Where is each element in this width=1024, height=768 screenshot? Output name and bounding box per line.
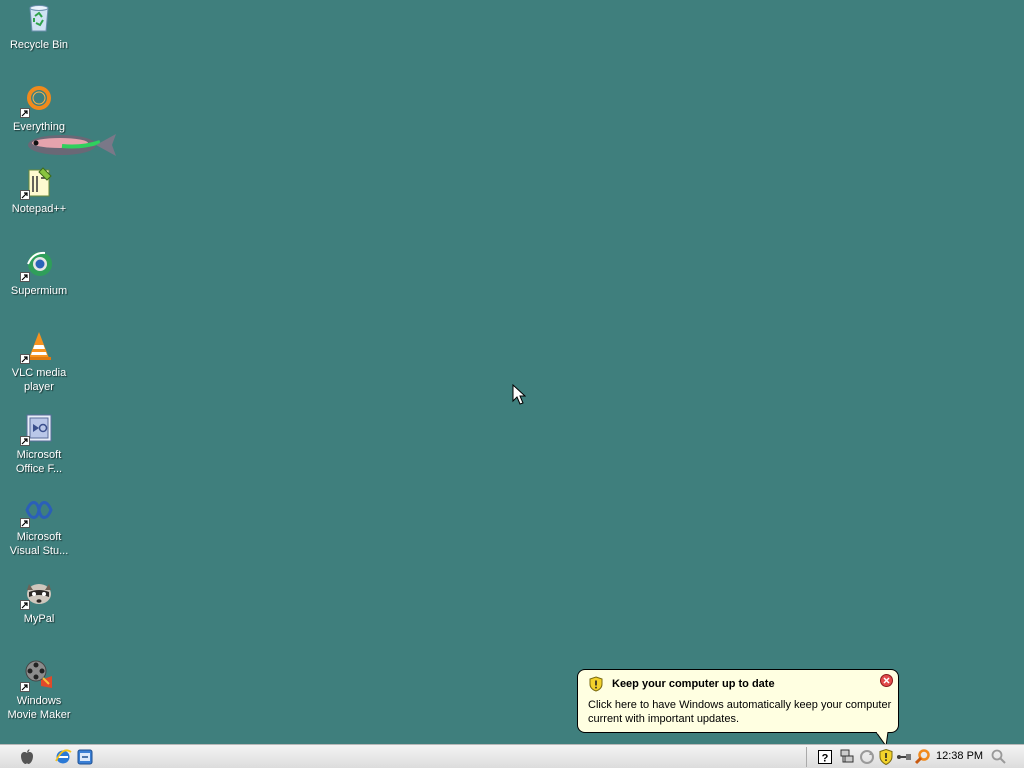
- visual-studio-icon: [20, 494, 55, 528]
- shortcut-arrow-icon: [20, 190, 30, 200]
- desktop-icon-label: Recycle Bin: [9, 39, 69, 51]
- shortcut-arrow-icon: [20, 272, 30, 282]
- balloon-title: Keep your computer up to date: [612, 678, 775, 690]
- fish-icon: [28, 134, 116, 156]
- sync-icon: [860, 750, 874, 764]
- tray-security-button[interactable]: [877, 748, 895, 766]
- balloon-body[interactable]: Click here to have Windows automatically…: [588, 698, 893, 726]
- tray-help-button[interactable]: ?: [816, 748, 834, 766]
- desktop-icon-label: VLC media player: [11, 367, 67, 393]
- desktop-icon-supermium[interactable]: Supermium: [4, 248, 74, 298]
- show-desktop-icon: [77, 749, 93, 765]
- desktop-icon-mypal[interactable]: MyPal: [4, 576, 74, 626]
- desktop-icon-label: Notepad++: [11, 203, 67, 215]
- tray-sync-button[interactable]: [858, 748, 876, 766]
- desktop-icon-label: MyPal: [23, 613, 55, 625]
- supermium-browser-icon: [20, 248, 55, 282]
- balloon-title-row: Keep your computer up to date: [588, 676, 775, 692]
- recycle-bin-icon: [23, 2, 55, 34]
- desktop-icon-label: Supermium: [10, 285, 68, 297]
- start-button[interactable]: [18, 748, 36, 766]
- help-icon: ?: [818, 750, 832, 765]
- internet-explorer-button[interactable]: [54, 748, 72, 766]
- mypal-raccoon-icon: [20, 576, 55, 610]
- tray-network-button[interactable]: [838, 748, 856, 766]
- vlc-cone-icon: [20, 330, 55, 364]
- taskbar: ? 12:38 PM: [0, 744, 1024, 768]
- desktop-icon-office[interactable]: Microsoft Office F...: [4, 412, 74, 476]
- tray-search-button[interactable]: [914, 748, 932, 766]
- shortcut-arrow-icon: [20, 600, 30, 610]
- desktop-icon-label: Microsoft Visual Stu...: [9, 531, 69, 557]
- desktop-icon-recycle-bin[interactable]: Recycle Bin: [4, 2, 74, 52]
- desktop-icon-notepadpp[interactable]: Notepad++: [4, 166, 74, 216]
- tray-separator: [806, 747, 807, 767]
- shortcut-arrow-icon: [20, 108, 30, 118]
- apple-logo-icon: [21, 749, 33, 764]
- desktop-icon-movie-maker[interactable]: Windows Movie Maker: [4, 658, 74, 722]
- tray-usb-button[interactable]: [895, 748, 913, 766]
- update-notification-balloon[interactable]: Keep your computer up to date Click here…: [577, 669, 899, 733]
- show-desktop-button[interactable]: [76, 748, 94, 766]
- shortcut-arrow-icon: [20, 436, 30, 446]
- everything-search-icon: [20, 84, 55, 118]
- security-shield-icon: [879, 748, 893, 766]
- desktop-icon-label: Windows Movie Maker: [7, 695, 71, 721]
- system-clock[interactable]: 12:38 PM: [936, 750, 983, 762]
- office-icon: [20, 412, 55, 446]
- usb-icon: [897, 754, 911, 760]
- shortcut-arrow-icon: [20, 354, 30, 364]
- network-icon: [840, 749, 854, 763]
- desktop-icon-vlc[interactable]: VLC media player: [4, 330, 74, 394]
- internet-explorer-icon: [55, 749, 72, 764]
- shortcut-arrow-icon: [20, 682, 30, 692]
- shortcut-arrow-icon: [20, 518, 30, 528]
- desktop-icon-label: Microsoft Office F...: [15, 449, 63, 475]
- desktop-icon-everything[interactable]: Everything: [4, 84, 74, 134]
- taskbar-search-button[interactable]: [990, 748, 1008, 766]
- movie-maker-icon: [20, 658, 55, 692]
- search-magnifier-icon: [914, 749, 930, 765]
- search-icon: [991, 749, 1006, 764]
- desktop-icon-visual-studio[interactable]: Microsoft Visual Stu...: [4, 494, 74, 558]
- close-icon[interactable]: [880, 674, 893, 687]
- notepadpp-icon: [20, 166, 55, 200]
- svg-text:?: ?: [822, 753, 829, 765]
- mouse-cursor-icon: [512, 384, 526, 405]
- security-shield-icon: [589, 676, 603, 692]
